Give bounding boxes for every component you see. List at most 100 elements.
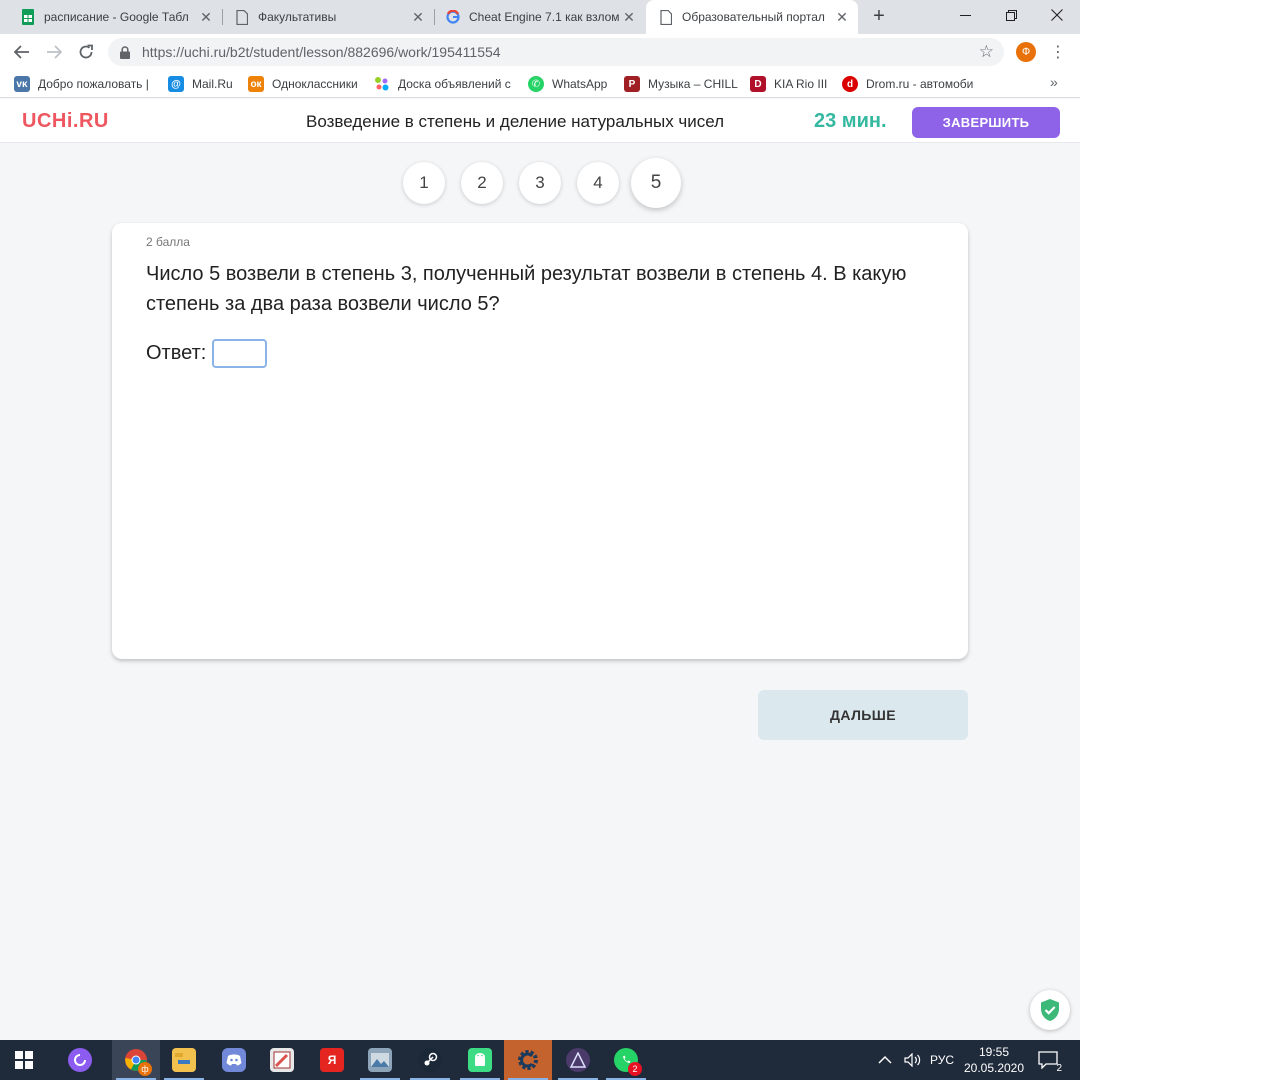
- back-button[interactable]: [10, 40, 34, 64]
- paint-icon: [270, 1048, 294, 1072]
- lesson-title: Возведение в степень и деление натуральн…: [306, 112, 725, 131]
- steam-icon: [418, 1048, 442, 1072]
- alice-icon: [68, 1048, 92, 1072]
- notification-icon: [1038, 1051, 1058, 1069]
- system-clock[interactable]: 19:55 20.05.2020: [962, 1044, 1026, 1076]
- answer-input[interactable]: [212, 339, 268, 368]
- answer-row: Ответ:: [146, 339, 268, 368]
- bookmark-label: WhatsApp: [552, 77, 608, 91]
- steam-taskbar-item[interactable]: [406, 1040, 454, 1080]
- bookmark-label: Доска объявлений с: [398, 77, 511, 91]
- tab-schedule[interactable]: расписание - Google Табл ✕: [0, 0, 222, 34]
- whatsapp-taskbar-item[interactable]: 2: [602, 1040, 650, 1080]
- tab-electives[interactable]: Факультативы ✕: [214, 0, 434, 34]
- google-icon: [445, 9, 461, 25]
- drive2-icon: D: [750, 76, 766, 92]
- clock-time: 19:55: [978, 1045, 1010, 1059]
- whatsapp-unread-badge: 2: [628, 1062, 642, 1076]
- photos-icon: [368, 1048, 392, 1072]
- mailru-icon: @: [168, 76, 184, 92]
- bookmarks-overflow-icon[interactable]: »: [1050, 74, 1058, 90]
- document-icon: [658, 9, 674, 25]
- whatsapp-icon: ✆: [528, 76, 544, 92]
- tab-cheat-engine[interactable]: Cheat Engine 7.1 как взлом ✕: [425, 0, 645, 34]
- tab-label: Cheat Engine 7.1 как взлом: [469, 10, 620, 24]
- discord-taskbar-item[interactable]: [210, 1040, 258, 1080]
- photos-taskbar-item[interactable]: [356, 1040, 404, 1080]
- restore-button[interactable]: [988, 0, 1034, 30]
- tab-label: расписание - Google Табл: [44, 10, 189, 24]
- volume-icon[interactable]: [904, 1040, 922, 1080]
- tab-strip: расписание - Google Табл ✕ Факультативы …: [0, 0, 1080, 34]
- step-3[interactable]: 3: [519, 162, 561, 204]
- close-icon[interactable]: ✕: [834, 9, 850, 25]
- yandex-taskbar-item[interactable]: Я: [308, 1040, 356, 1080]
- chrome-profile-badge-icon: ф: [138, 1062, 152, 1076]
- next-button[interactable]: ДАЛЬШЕ: [758, 690, 968, 740]
- url-text: https://uchi.ru/b2t/student/lesson/88269…: [142, 44, 501, 60]
- windows-taskbar: ф Я 2 РУС 19:55 20.05.2020 2: [0, 1040, 1080, 1080]
- page-content: UCHi.RU Возведение в степень и деление н…: [0, 99, 1080, 1040]
- bookmark-label: Музыка – CHILL: [648, 77, 738, 91]
- minimize-button[interactable]: [942, 0, 988, 30]
- android-emulator-taskbar-item[interactable]: [456, 1040, 504, 1080]
- step-5-current[interactable]: 5: [631, 158, 681, 208]
- bookmarks-bar: ᴠᴋ Добро пожаловать | @ Mail.Ru ок Однок…: [0, 70, 1080, 98]
- profile-avatar[interactable]: Ф: [1016, 42, 1036, 62]
- vk-icon: ᴠᴋ: [14, 76, 30, 92]
- bookmark-vk[interactable]: ᴠᴋ Добро пожаловать |: [14, 75, 154, 93]
- reload-button[interactable]: [74, 40, 98, 64]
- address-bar[interactable]: https://uchi.ru/b2t/student/lesson/88269…: [108, 38, 1004, 66]
- bookmark-drom[interactable]: d Drom.ru - автомоби: [842, 75, 978, 93]
- cheat-engine-icon: [516, 1048, 540, 1072]
- action-center-button[interactable]: 2: [1036, 1048, 1062, 1074]
- alice-taskbar-item[interactable]: [56, 1040, 104, 1080]
- paint-taskbar-item[interactable]: [258, 1040, 306, 1080]
- bookmark-label: Добро пожаловать |: [38, 77, 149, 91]
- avito-icon: [374, 76, 390, 92]
- bookmark-whatsapp[interactable]: ✆ WhatsApp: [528, 75, 614, 93]
- bookmark-kia[interactable]: D KIA Rio III: [750, 75, 830, 93]
- bookmark-star-icon[interactable]: ☆: [979, 42, 994, 62]
- ok-icon: ок: [248, 76, 264, 92]
- security-shield-icon[interactable]: [1030, 990, 1070, 1030]
- windows-logo-icon: [15, 1051, 33, 1069]
- task-points: 2 балла: [146, 235, 190, 249]
- close-icon[interactable]: ✕: [198, 9, 214, 25]
- site-header: UCHi.RU Возведение в степень и деление н…: [0, 99, 1080, 143]
- close-icon[interactable]: ✕: [621, 9, 637, 25]
- finish-button[interactable]: ЗАВЕРШИТЬ: [912, 107, 1060, 138]
- explorer-taskbar-item[interactable]: [160, 1040, 208, 1080]
- bookmark-avito[interactable]: Доска объявлений с: [374, 75, 514, 93]
- clock-date: 20.05.2020: [963, 1061, 1025, 1075]
- step-1[interactable]: 1: [403, 162, 445, 204]
- bookmark-label: Drom.ru - автомоби: [866, 77, 974, 91]
- step-4[interactable]: 4: [577, 162, 619, 204]
- tab-uchi-portal[interactable]: Образовательный портал ✕: [646, 0, 858, 34]
- language-indicator[interactable]: РУС: [930, 1040, 954, 1080]
- discord-icon: [222, 1048, 246, 1072]
- bookmark-mailru[interactable]: @ Mail.Ru: [168, 75, 238, 93]
- answer-label: Ответ:: [146, 342, 207, 364]
- uchi-logo[interactable]: UCHi.RU: [22, 110, 109, 133]
- forward-button[interactable]: [42, 40, 66, 64]
- start-button[interactable]: [0, 1040, 48, 1080]
- new-tab-button[interactable]: +: [868, 5, 890, 27]
- bookmark-music[interactable]: P Музыка – CHILL: [624, 75, 740, 93]
- step-2[interactable]: 2: [461, 162, 503, 204]
- notification-count: 2: [1056, 1063, 1062, 1074]
- sheets-icon: [20, 9, 36, 25]
- bookmark-odnoklassniki[interactable]: ок Одноклассники: [248, 75, 364, 93]
- browser-menu-icon[interactable]: ⋮: [1050, 41, 1066, 63]
- tray-overflow-icon[interactable]: [878, 1040, 892, 1080]
- chrome-taskbar-item[interactable]: ф: [112, 1040, 160, 1080]
- close-window-button[interactable]: [1034, 0, 1080, 30]
- document-icon: [234, 9, 250, 25]
- game-taskbar-item[interactable]: [554, 1040, 602, 1080]
- android-emulator-icon: [468, 1048, 492, 1072]
- close-icon[interactable]: ✕: [410, 9, 426, 25]
- task-card: 2 балла Число 5 возвели в степень 3, пол…: [112, 223, 968, 659]
- task-steps: 1 2 3 4 5: [0, 158, 1080, 208]
- cheat-engine-taskbar-item[interactable]: [504, 1040, 552, 1080]
- lock-icon[interactable]: [120, 45, 132, 59]
